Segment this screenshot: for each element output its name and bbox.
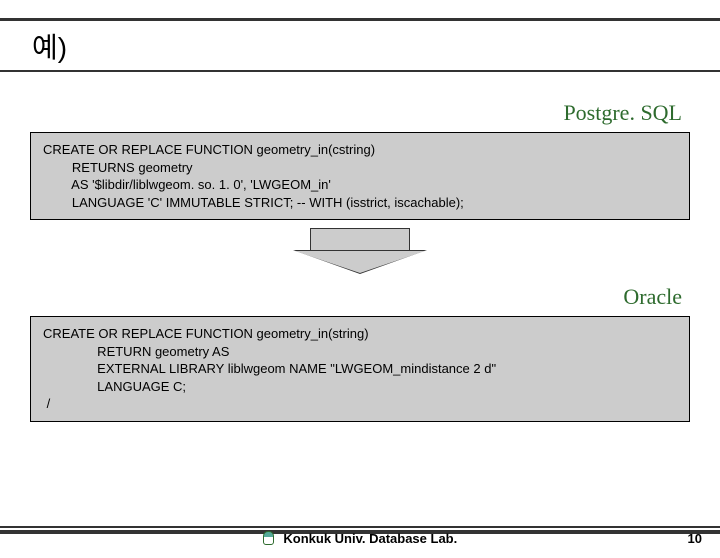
university-logo-icon — [263, 531, 274, 545]
slide-title: 예) — [0, 21, 720, 70]
slide-content: Postgre. SQL CREATE OR REPLACE FUNCTION … — [0, 72, 720, 422]
code-postgresql: CREATE OR REPLACE FUNCTION geometry_in(c… — [30, 132, 690, 220]
page-number: 10 — [688, 531, 702, 546]
arrow-down-icon — [30, 228, 690, 274]
code-oracle: CREATE OR REPLACE FUNCTION geometry_in(s… — [30, 316, 690, 422]
footer-text: Konkuk Univ. Database Lab. — [283, 531, 457, 546]
label-oracle: Oracle — [30, 284, 682, 310]
slide-footer: Konkuk Univ. Database Lab. 10 — [0, 526, 720, 558]
label-postgresql: Postgre. SQL — [30, 100, 682, 126]
